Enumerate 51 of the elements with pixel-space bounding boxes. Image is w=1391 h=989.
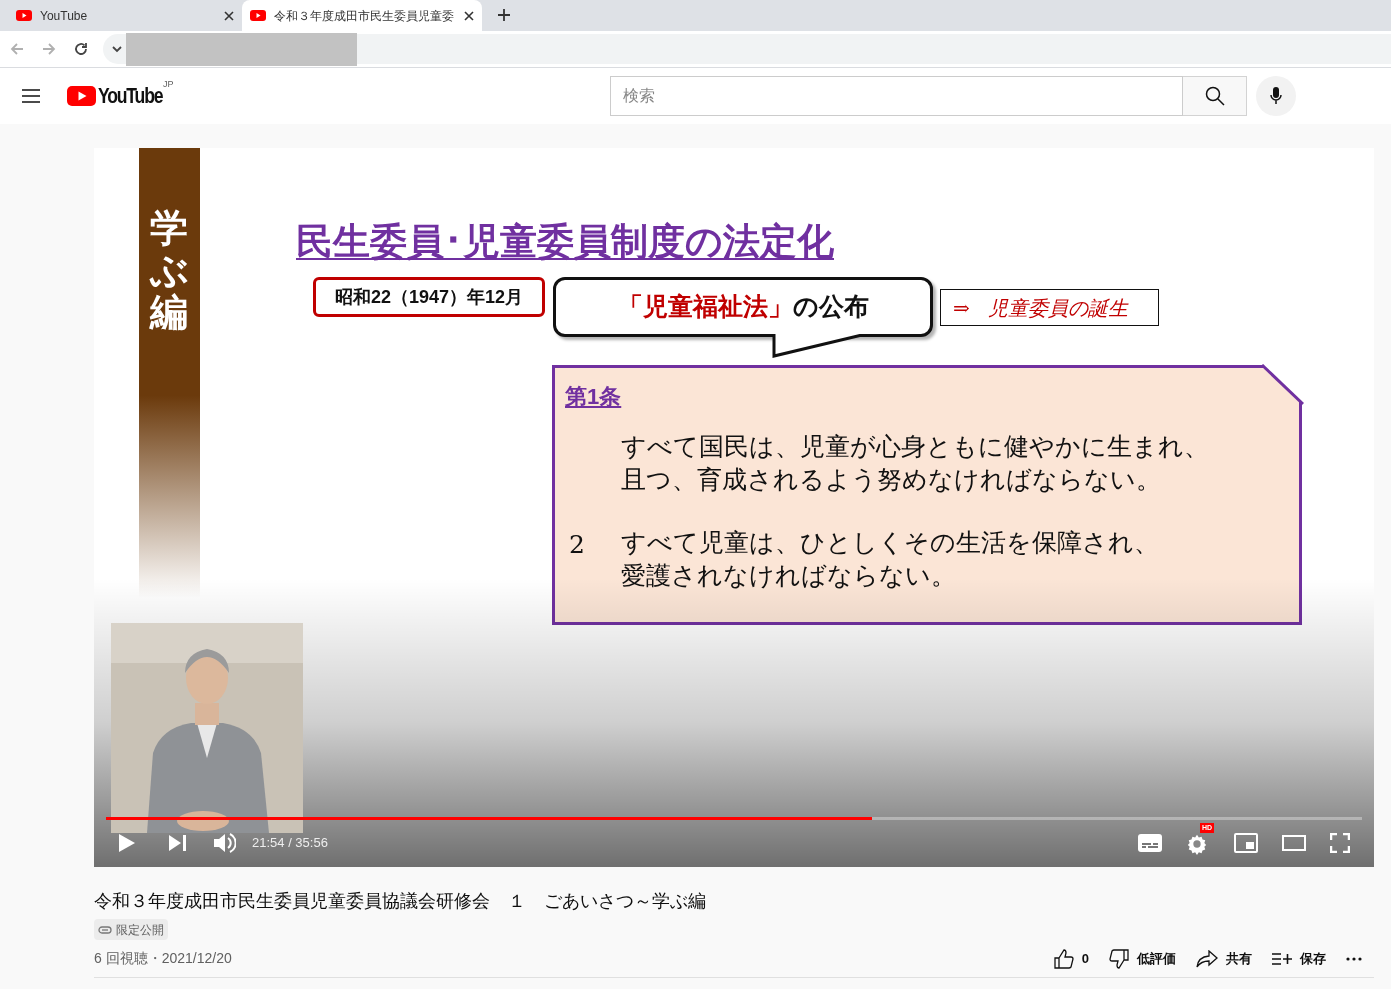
progress-track[interactable]: [106, 817, 1362, 820]
play-icon[interactable]: [118, 833, 136, 853]
thumbs-up-icon: [1053, 948, 1074, 969]
close-icon[interactable]: [224, 10, 234, 21]
settings-icon[interactable]: [1186, 833, 1208, 855]
chevron-icon: [111, 43, 123, 55]
search-icon: [1204, 86, 1225, 106]
view-count: 6 回視聴・2021/12/20: [94, 949, 233, 968]
video-title: 令和３年度成田市民生委員児童委員協議会研修会 １ ごあいさつ～学ぶ編: [94, 890, 707, 913]
menu-icon[interactable]: [22, 89, 40, 103]
result-label: 児童委員の誕生: [987, 294, 1128, 322]
fullscreen-icon[interactable]: [1330, 833, 1350, 853]
like-button[interactable]: 0: [1053, 944, 1089, 973]
search-button[interactable]: [1183, 76, 1248, 116]
theater-mode-icon[interactable]: [1282, 835, 1306, 851]
reload-icon[interactable]: [73, 41, 89, 57]
article-paragraph: すべて児童は、ひとしくその生活を保障され、 愛護されなければならない。: [621, 527, 1159, 592]
play-logo-icon: [16, 10, 32, 21]
slide-title: 民生委員･児童委員制度の法定化: [296, 220, 834, 264]
more-icon: [1346, 956, 1362, 961]
article-heading: 第1条: [565, 383, 622, 411]
browser-tab[interactable]: 令和３年度成田市民生委員児童委: [242, 0, 482, 31]
paragraph-number: 2: [569, 529, 586, 561]
logo-wordmark[interactable]: YouTube: [98, 84, 163, 108]
save-button[interactable]: 保存: [1272, 944, 1326, 973]
voice-search-button[interactable]: [1256, 76, 1297, 116]
miniplayer-icon[interactable]: [1234, 833, 1258, 853]
side-label: 学ぶ編: [149, 208, 189, 334]
arrow-label: ⇒: [953, 294, 970, 322]
new-tab-icon[interactable]: [498, 9, 510, 21]
share-arrow-icon: [1196, 949, 1218, 968]
share-button[interactable]: 共有: [1196, 944, 1252, 973]
dislike-button[interactable]: 低評価: [1109, 944, 1176, 973]
search-field[interactable]: 検索: [610, 76, 1184, 116]
callout-text: 「児童福祉法」の公布: [617, 291, 869, 323]
play-logo-icon[interactable]: [67, 86, 96, 106]
add-to-list-icon: [1272, 952, 1292, 965]
close-icon[interactable]: [464, 10, 474, 21]
date-label: 昭和22（1947）年12月: [313, 277, 545, 317]
next-icon[interactable]: [168, 834, 186, 852]
microphone-icon: [1270, 87, 1283, 105]
play-logo-icon: [250, 10, 266, 21]
region-label: JP: [163, 78, 174, 91]
link-icon: [98, 925, 112, 934]
visibility-badge: 限定公開: [94, 919, 168, 940]
volume-icon[interactable]: [214, 833, 236, 853]
thumbs-down-icon: [1109, 948, 1129, 969]
browser-tab[interactable]: YouTube: [8, 0, 242, 31]
time-display: 21:54 / 35:56: [252, 834, 328, 853]
subtitles-icon[interactable]: [1138, 834, 1162, 852]
article-paragraph: すべて国民は、児童が心身ともに健やかに生まれ、 且つ、育成されるよう努めなければならない。: [621, 431, 1209, 496]
